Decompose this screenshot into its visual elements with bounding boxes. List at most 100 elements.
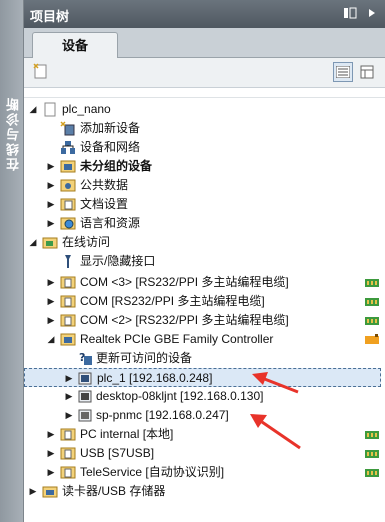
tree-item-devices-networks[interactable]: 设备和网络 (24, 138, 381, 157)
tree-item-label: plc_nano (62, 102, 111, 116)
connection-status-icon (365, 314, 379, 326)
tree-item-label: TeleService [自动协议识别] (80, 465, 225, 479)
languages-globe-icon (60, 216, 76, 231)
collapse-panel-icon[interactable] (343, 6, 357, 20)
add-device-icon (60, 121, 76, 136)
tree-item-ungrouped-devices[interactable]: ▶ 未分组的设备 (24, 157, 381, 176)
tree-item-com3[interactable]: ▶ COM <3> [RS232/PPI 多主站编程电缆] (24, 273, 381, 292)
tree-item-label: 未分组的设备 (80, 159, 153, 173)
tree-item-label: 公共数据 (80, 178, 129, 192)
new-item-icon[interactable] (32, 62, 50, 80)
tree-item-label: 在线访问 (62, 235, 111, 249)
collapsed-arrow-icon[interactable]: ▶ (28, 482, 38, 501)
tab-row: 设备 (24, 28, 385, 59)
tree-item-realtek-adapter[interactable]: ◢ Realtek PCIe GBE Family Controller (24, 330, 381, 349)
wrench-icon (60, 254, 76, 269)
title-bar: 项目树 (24, 0, 385, 28)
interface-folder-icon (60, 465, 76, 480)
tree-item-sp-pnmc[interactable]: ▶ sp-pnmc [192.168.0.247] (24, 406, 381, 425)
online-diagnostics-side-tab[interactable]: 在线与诊断 (0, 0, 24, 522)
tree-toolbar (24, 58, 385, 88)
collapsed-arrow-icon[interactable]: ▶ (46, 176, 56, 195)
online-access-folder-icon (42, 235, 58, 250)
tree-item-document-settings[interactable]: ▶ 文档设置 (24, 195, 381, 214)
interface-folder-icon (60, 427, 76, 442)
tree-item-com[interactable]: ▶ COM [RS232/PPI 多主站编程电缆] (24, 292, 381, 311)
device-icon (77, 408, 93, 423)
tree-item-label: COM <2> [RS232/PPI 多主站编程电缆] (80, 313, 289, 327)
interface-folder-icon (60, 275, 76, 290)
collapsed-arrow-icon[interactable]: ▶ (46, 195, 56, 214)
tree-item-desktop[interactable]: ▶ desktop-08kljnt [192.168.0.130] (24, 387, 381, 406)
tree-item-label: 读卡器/USB 存储器 (62, 484, 166, 498)
connection-status-icon (365, 447, 379, 459)
search-devices-icon: ? (78, 351, 94, 366)
connection-status-icon (365, 428, 379, 440)
interface-folder-icon (60, 446, 76, 461)
collapsed-arrow-icon[interactable]: ▶ (64, 406, 74, 425)
tree-item-label: PC internal [本地] (80, 427, 174, 441)
tree-item-label: sp-pnmc [192.168.0.247] (96, 408, 229, 422)
collapsed-arrow-icon[interactable]: ▶ (46, 273, 56, 292)
tree-item-card-reader[interactable]: ▶ 读卡器/USB 存储器 (24, 482, 381, 501)
collapsed-arrow-icon[interactable]: ▶ (46, 311, 56, 330)
collapsed-arrow-icon[interactable]: ▶ (46, 292, 56, 311)
project-file-icon (42, 102, 58, 117)
card-reader-folder-icon (42, 484, 58, 499)
tree-item-label: COM [RS232/PPI 多主站编程电缆] (80, 294, 265, 308)
pc-device-icon (77, 389, 93, 404)
tab-devices[interactable]: 设备 (32, 32, 118, 59)
project-tree: ◢ plc_nano 添加新设备 设备和网络 ▶ 未分组的设备 ▶ 公共数据 ▶… (24, 88, 385, 522)
tree-item-label: 语言和资源 (80, 216, 141, 230)
tree-item-label: USB [S7USB] (80, 446, 155, 460)
tree-item-label: 文档设置 (80, 197, 129, 211)
tree-item-label: COM <3> [RS232/PPI 多主站编程电缆] (80, 275, 289, 289)
collapsed-arrow-icon[interactable]: ▶ (46, 463, 56, 482)
tree-item-usb[interactable]: ▶ USB [S7USB] (24, 444, 381, 463)
tree-item-common-data[interactable]: ▶ 公共数据 (24, 176, 381, 195)
tree-item-project[interactable]: ◢ plc_nano (24, 100, 381, 119)
tree-item-label: desktop-08kljnt [192.168.0.130] (96, 389, 264, 403)
tree-item-label: 设备和网络 (80, 140, 141, 154)
connection-status-icon (365, 276, 379, 288)
tree-item-label: 显示/隐藏接口 (80, 254, 156, 268)
tree-item-update-accessible-devices[interactable]: ? 更新可访问的设备 (24, 349, 381, 368)
collapsed-arrow-icon[interactable]: ▶ (64, 387, 74, 406)
interface-folder-icon (60, 313, 76, 328)
project-tree-window: 在线与诊断 项目树 设备 ◢ plc_nano 添加新设备 设备和网络 ▶ 未分… (0, 0, 385, 522)
tree-item-online-access[interactable]: ◢ 在线访问 (24, 233, 381, 252)
tree-item-plc1[interactable]: ▶ plc_1 [192.168.0.248] (24, 368, 381, 387)
collapsed-arrow-icon[interactable]: ▶ (64, 369, 74, 388)
connection-status-icon (365, 295, 379, 307)
expanded-arrow-icon[interactable]: ◢ (28, 100, 38, 119)
expanded-arrow-icon[interactable]: ◢ (46, 330, 56, 349)
tree-item-label: Realtek PCIe GBE Family Controller (80, 332, 274, 346)
collapsed-arrow-icon[interactable]: ▶ (46, 157, 56, 176)
tree-header-divider (24, 90, 385, 98)
tree-item-pc-internal[interactable]: ▶ PC internal [本地] (24, 425, 381, 444)
network-icon (60, 140, 76, 155)
plc-device-icon (77, 371, 93, 386)
tree-item-teleservice[interactable]: ▶ TeleService [自动协议识别] (24, 463, 381, 482)
tree-item-com2[interactable]: ▶ COM <2> [RS232/PPI 多主站编程电缆] (24, 311, 381, 330)
tree-item-show-hide-interfaces[interactable]: 显示/隐藏接口 (24, 252, 381, 271)
panel-title: 项目树 (30, 9, 70, 24)
network-adapter-folder-icon (60, 332, 76, 347)
tree-item-label: 添加新设备 (80, 121, 141, 135)
side-tab-label: 在线与诊断 (6, 96, 21, 171)
tree-item-add-device[interactable]: 添加新设备 (24, 119, 381, 138)
tree-item-languages-resources[interactable]: ▶ 语言和资源 (24, 214, 381, 233)
expanded-arrow-icon[interactable]: ◢ (28, 233, 38, 252)
tree-item-label: 更新可访问的设备 (96, 351, 193, 365)
connection-status-icon (365, 466, 379, 478)
collapsed-arrow-icon[interactable]: ▶ (46, 214, 56, 233)
document-settings-icon (60, 197, 76, 212)
minimize-panel-icon[interactable] (365, 6, 379, 20)
tree-item-label: plc_1 [192.168.0.248] (97, 371, 213, 385)
adapter-status-icon (365, 333, 379, 345)
details-view-icon[interactable] (333, 62, 353, 82)
collapsed-arrow-icon[interactable]: ▶ (46, 444, 56, 463)
collapsed-arrow-icon[interactable]: ▶ (46, 425, 56, 444)
overview-view-icon[interactable] (357, 62, 377, 82)
ungrouped-devices-icon (60, 159, 76, 174)
